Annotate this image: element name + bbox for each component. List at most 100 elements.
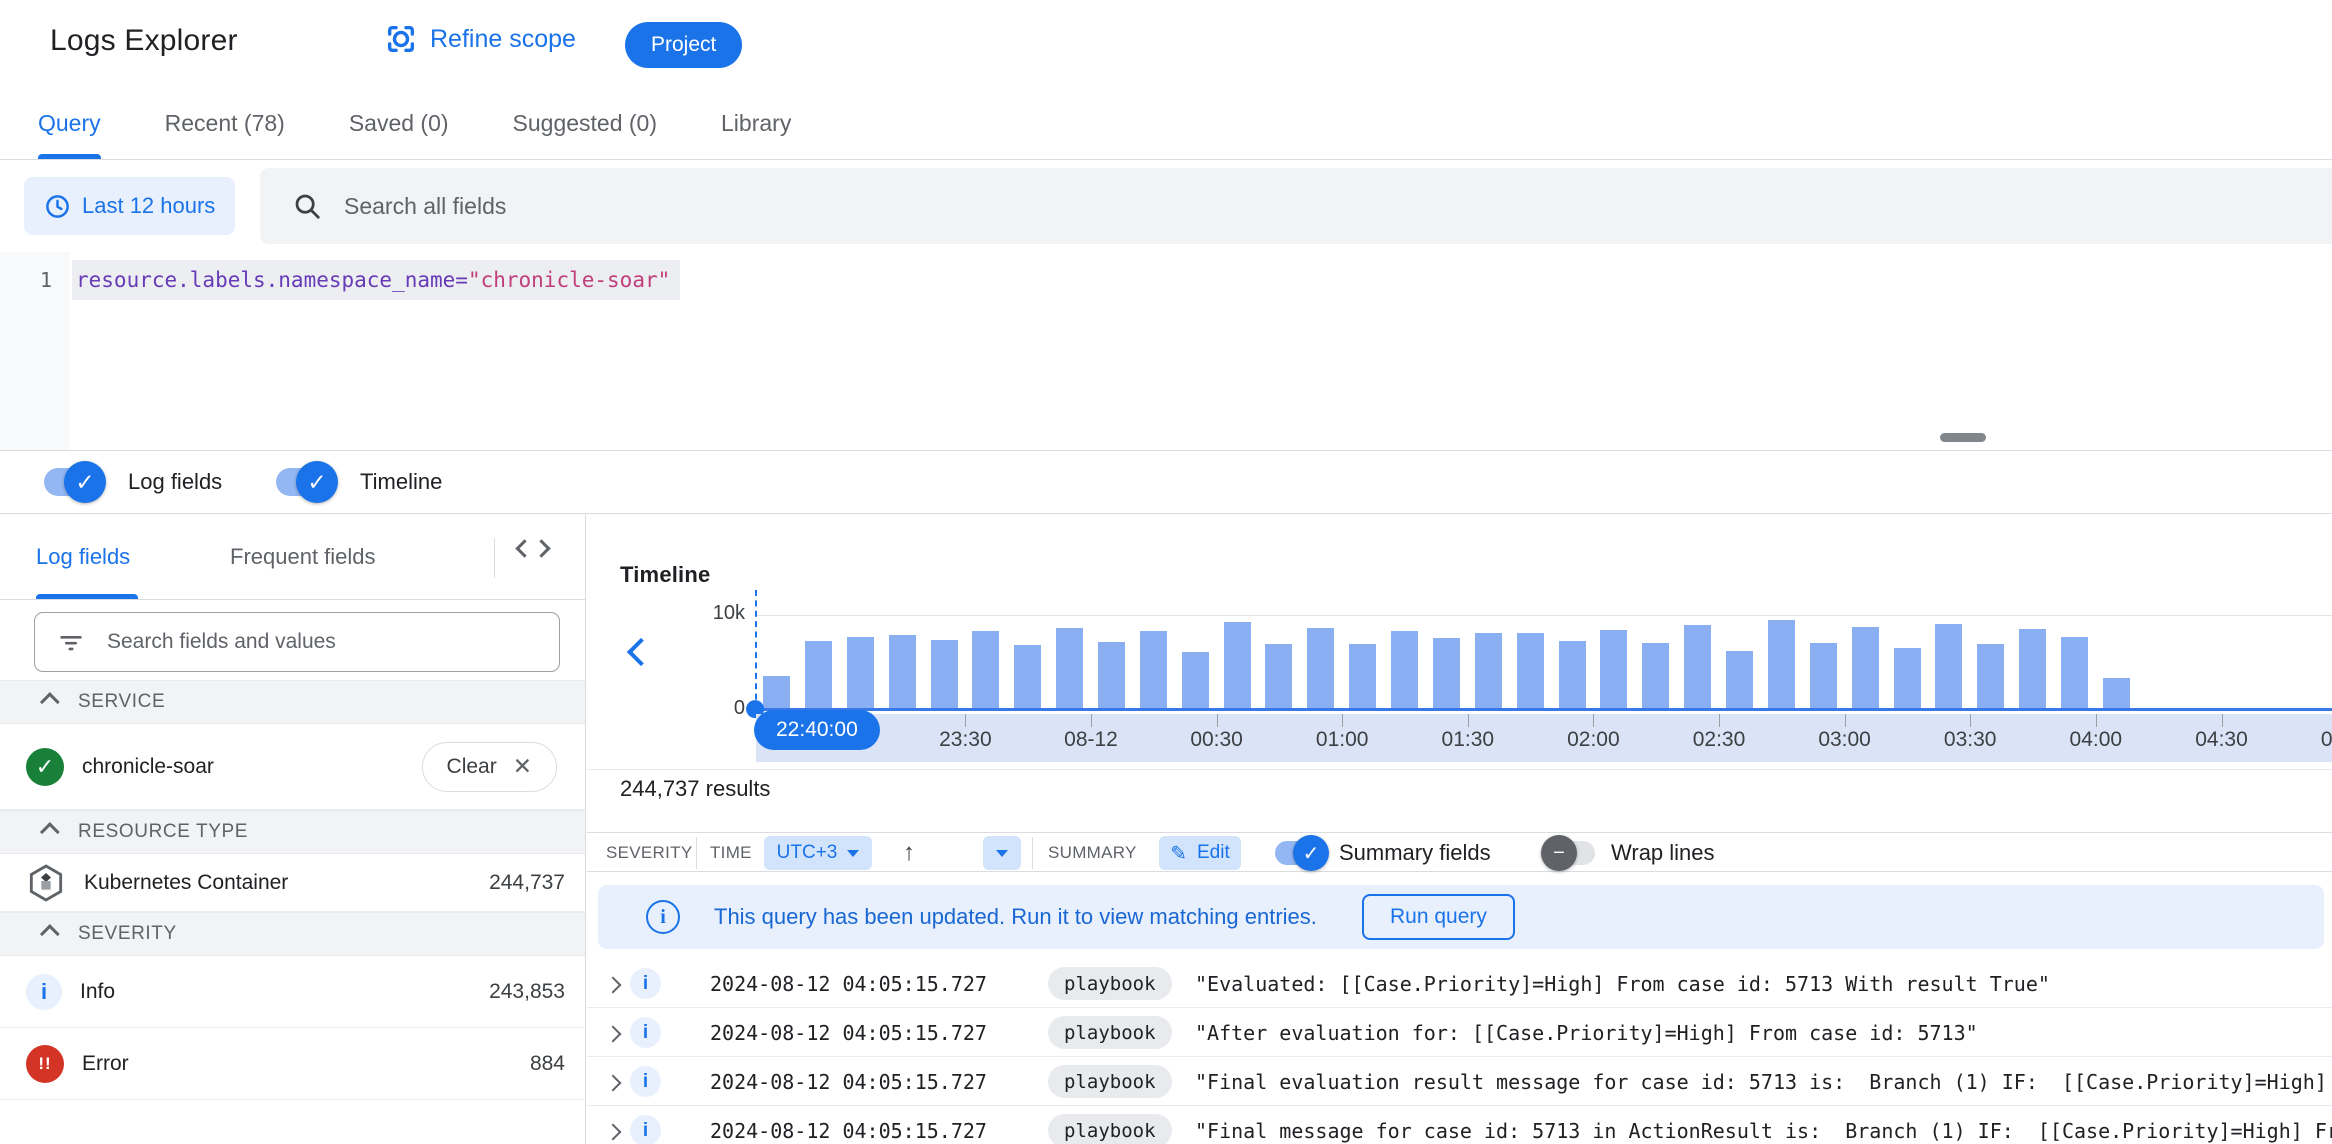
axis-tick — [1593, 714, 1595, 727]
timeline-bar[interactable] — [1516, 633, 1544, 708]
log-entry-row[interactable]: i 2024-08-12 04:05:15.727 playbook "Final m… — [587, 1106, 2332, 1144]
log-label-chip[interactable]: playbook — [1048, 1114, 1172, 1144]
expand-chevron-icon[interactable] — [604, 1025, 622, 1045]
timeline-bar[interactable] — [1056, 628, 1084, 708]
severity-info-icon: i — [26, 973, 62, 1010]
project-scope-badge[interactable]: Project — [625, 22, 743, 68]
tab-log-fields[interactable]: Log fields — [36, 514, 139, 599]
timeline-back-button[interactable] — [626, 637, 656, 667]
timeline-bar[interactable] — [804, 640, 832, 708]
query-editor[interactable]: 1 resource.labels.namespace_name = "chroni… — [0, 252, 2332, 451]
log-entry-row[interactable]: i 2024-08-12 04:05:15.727 playbook "Evaluat… — [587, 959, 2332, 1008]
timeline-bar[interactable] — [2019, 629, 2047, 708]
timeline-bar[interactable] — [1558, 640, 1586, 708]
gridline-10k — [756, 615, 2332, 616]
timeline-bar[interactable] — [1181, 652, 1209, 708]
timeline-bar[interactable] — [1893, 648, 1921, 708]
timeline-bar[interactable] — [888, 634, 916, 708]
axis-tick-label: 01:30 — [1441, 728, 1495, 751]
log-entry-row[interactable]: i 2024-08-12 04:05:15.727 playbook "Final e… — [587, 1057, 2332, 1106]
timeline-bar[interactable] — [1349, 644, 1377, 708]
timeline-bar[interactable] — [1809, 643, 1837, 708]
severity-info-icon[interactable]: i — [630, 1066, 661, 1097]
editor-resize-handle[interactable] — [1940, 433, 1986, 442]
timeline-bar[interactable] — [1014, 645, 1042, 708]
timeline-chart[interactable] — [746, 514, 2332, 719]
severity-info-icon[interactable]: i — [630, 1017, 661, 1048]
tab-recent[interactable]: Recent (78) — [165, 88, 285, 159]
timeline-bar[interactable] — [2061, 636, 2088, 708]
fields-search-input[interactable] — [107, 630, 487, 654]
timeline-bar[interactable] — [1684, 625, 1712, 708]
log-label-chip[interactable]: playbook — [1048, 1065, 1172, 1098]
refine-scope-button[interactable]: Refine scope — [384, 22, 576, 56]
timeline-bar[interactable] — [1391, 631, 1419, 708]
expand-chevron-icon[interactable] — [604, 1074, 622, 1094]
axis-tick — [1342, 714, 1344, 727]
field-item-info[interactable]: i Info 243,853 — [0, 956, 585, 1028]
run-query-button[interactable]: Run query — [1362, 894, 1515, 940]
tab-library[interactable]: Library — [721, 88, 791, 159]
time-range-button[interactable]: Last 12 hours — [24, 177, 236, 235]
timeline-bar[interactable] — [1307, 628, 1335, 708]
timeline-toggle[interactable]: ✓ — [276, 461, 338, 503]
summary-fields-toggle[interactable]: ✓ — [1275, 835, 1329, 871]
log-label-chip[interactable]: playbook — [1048, 967, 1172, 1000]
timeline-bar[interactable] — [763, 675, 790, 708]
edit-summary-button[interactable]: ✎ Edit — [1159, 836, 1241, 870]
timezone-dropdown[interactable]: UTC+3 — [764, 836, 872, 870]
log-label-chip[interactable]: playbook — [1048, 1016, 1172, 1049]
axis-tick — [2221, 714, 2223, 727]
axis-tick — [965, 714, 967, 727]
timeline-bar[interactable] — [930, 639, 958, 708]
log-fields-toggle[interactable]: ✓ — [44, 461, 106, 503]
field-item-error[interactable]: !! Error 884 — [0, 1028, 585, 1100]
selected-time-pill[interactable]: 22:40:00 — [754, 710, 880, 750]
tab-suggested[interactable]: Suggested (0) — [513, 88, 657, 159]
timeline-bar[interactable] — [1935, 623, 1963, 708]
collapse-panel-icon[interactable] — [515, 539, 551, 558]
field-item-chronicle-soar[interactable]: ✓ chronicle-soar Clear ✕ — [0, 724, 585, 810]
timeline-bar[interactable] — [1432, 637, 1460, 708]
timeline-bar[interactable] — [846, 636, 874, 708]
tab-saved[interactable]: Saved (0) — [349, 88, 449, 159]
fields-search-box[interactable] — [34, 612, 560, 672]
axis-tick-label: 05:00 — [2320, 728, 2332, 751]
timeline-bar[interactable] — [1474, 633, 1502, 708]
timeline-bar[interactable] — [972, 631, 1000, 708]
search-all-input[interactable] — [344, 192, 1844, 220]
tab-frequent-fields[interactable]: Frequent fields — [230, 514, 376, 599]
timeline-bar[interactable] — [1600, 630, 1628, 708]
timeline-bar[interactable] — [1139, 631, 1167, 708]
section-header-service[interactable]: SERVICE — [0, 680, 585, 724]
axis-tick-label: 04:30 — [2195, 728, 2248, 751]
section-header-resource-type[interactable]: RESOURCE TYPE — [0, 810, 585, 854]
timeline-bar[interactable] — [1098, 641, 1125, 708]
divider — [494, 538, 495, 578]
field-item-kubernetes-container[interactable]: Kubernetes Container 244,737 — [0, 854, 585, 912]
expand-chevron-icon[interactable] — [604, 1123, 622, 1143]
timeline-bar[interactable] — [1642, 643, 1670, 708]
clear-filter-button[interactable]: Clear ✕ — [421, 741, 557, 792]
timeline-bar[interactable] — [1851, 627, 1879, 708]
field-label: Error — [82, 1051, 129, 1075]
tab-query[interactable]: Query — [38, 88, 101, 159]
timeline-bar[interactable] — [2102, 677, 2130, 708]
timeline-bar[interactable] — [1767, 619, 1795, 708]
timeline-axis-band[interactable]: 22:40:00 23:30 08-12 00:30 01:00 01:30 02:00 02… — [754, 710, 2332, 762]
timeline-bar[interactable] — [1223, 621, 1251, 708]
query-code-line[interactable]: resource.labels.namespace_name = "chronicl… — [72, 260, 681, 300]
column-time: TIME — [710, 843, 752, 862]
timeline-bar[interactable] — [1977, 644, 2005, 708]
search-all-fields[interactable] — [260, 168, 2332, 244]
sort-order-dropdown[interactable] — [983, 836, 1021, 870]
timeline-bar[interactable] — [1726, 651, 1753, 708]
timeline-bar[interactable] — [1265, 644, 1293, 708]
severity-info-icon[interactable]: i — [630, 968, 661, 999]
sort-ascending-icon[interactable]: ↑ — [903, 833, 915, 873]
section-header-severity[interactable]: SEVERITY — [0, 912, 585, 956]
severity-info-icon[interactable]: i — [630, 1115, 661, 1144]
expand-chevron-icon[interactable] — [604, 976, 622, 996]
wrap-lines-toggle[interactable]: − — [1541, 835, 1595, 871]
log-entry-row[interactable]: i 2024-08-12 04:05:15.727 playbook "After e… — [587, 1008, 2332, 1057]
